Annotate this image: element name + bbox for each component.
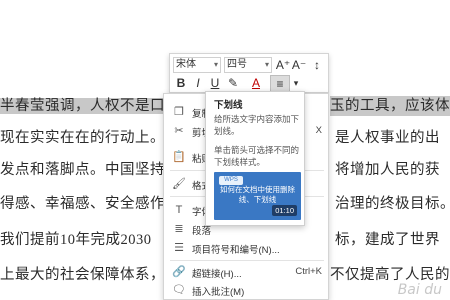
cut-icon: ✂	[174, 125, 184, 137]
paste-icon: 📋	[172, 151, 186, 163]
menu-separator	[170, 260, 324, 261]
line-spacing-button[interactable]: ↕	[309, 57, 325, 73]
underline-button[interactable]: U	[207, 75, 223, 92]
menu-item-label: 插入批注(M)	[192, 287, 245, 298]
doc-line-4-right[interactable]: 治理的终极目标。	[335, 194, 450, 214]
doc-line-3-left[interactable]: 发点和落脚点。中国坚持以	[0, 162, 180, 178]
paragraph-icon: ≣	[174, 223, 184, 235]
doc-line-2-left[interactable]: 现在实实在在的行动上。人	[0, 130, 180, 146]
font-icon: T	[175, 204, 183, 216]
comment-icon: 🗨	[172, 284, 186, 296]
font-name-value: 宋体	[176, 59, 196, 70]
toolbar-row-format: B I U ✎ A ≡ ▾	[173, 75, 327, 92]
doc-line-1-left[interactable]: 半春莹强调，人权不是口号	[0, 98, 180, 114]
doc-line-2-right[interactable]: 是人权事业的出	[335, 128, 440, 148]
doc-line-4-left[interactable]: 得感、幸福感、安全感作为	[0, 196, 180, 212]
list-icon: ☰	[174, 242, 184, 254]
video-logo: WPS	[219, 176, 243, 185]
chevron-down-icon: ▾	[264, 60, 269, 69]
font-size-value: 四号	[227, 59, 247, 70]
align-button[interactable]: ≡	[270, 75, 290, 92]
menu-item-insert-comment[interactable]: 🗨 插入批注(M)	[164, 280, 330, 300]
menu-item-list[interactable]: ☰ 项目符号和编号(N)...	[164, 238, 330, 258]
font-size-select[interactable]: 四号 ▾	[224, 57, 272, 73]
video-title: 如何在文档中使用删除线、下划线	[220, 185, 295, 204]
tooltip-description-arrow: 单击箭头可选择不同的下划线样式。	[214, 145, 300, 167]
copy-icon: ❐	[174, 106, 184, 118]
tooltip-description: 给所选文字内容添加下划线。	[214, 114, 300, 136]
toolbar-row-font: 宋体 ▾ 四号 ▾ A⁺ A⁻ ↕	[173, 57, 327, 73]
menu-item-shortcut: Ctrl+K	[295, 266, 322, 277]
menu-item-shortcut: X	[315, 125, 322, 136]
doc-line-6-left[interactable]: 上最大的社会保障体系，	[0, 267, 165, 283]
italic-button[interactable]: I	[190, 75, 206, 92]
font-color-button[interactable]: A	[248, 75, 264, 92]
font-name-select[interactable]: 宋体 ▾	[173, 57, 221, 73]
tooltip-title: 下划线	[214, 100, 243, 111]
highlight-button[interactable]: ✎	[225, 75, 241, 92]
menu-item-label: 项目符号和编号(N)...	[192, 245, 280, 256]
shrink-font-button[interactable]: A⁻	[291, 57, 307, 73]
video-duration: 01:10	[272, 205, 297, 216]
doc-line-3-right[interactable]: 将增加人民的获	[335, 160, 440, 180]
bold-button[interactable]: B	[173, 75, 189, 92]
mini-toolbar: 宋体 ▾ 四号 ▾ A⁺ A⁻ ↕ B I U ✎ A ≡ ▾	[169, 53, 329, 93]
tutorial-video-thumbnail[interactable]: WPS 如何在文档中使用删除线、下划线 01:10	[214, 172, 301, 220]
doc-line-5-left[interactable]: 我们提前10年完成2030	[0, 232, 152, 248]
doc-line-5-right[interactable]: 标，建成了世界	[335, 230, 440, 250]
format-painter-icon: 🖌	[172, 178, 186, 190]
baidu-watermark: Bai du	[397, 282, 442, 298]
grow-font-button[interactable]: A⁺	[275, 57, 291, 73]
menu-item-hyperlink[interactable]: 🔗 超链接(H)... Ctrl+K	[164, 262, 330, 282]
underline-tooltip: 下划线 给所选文字内容添加下划线。 单击箭头可选择不同的下划线样式。 WPS 如…	[205, 91, 305, 226]
link-icon: 🔗	[172, 266, 186, 278]
chevron-down-icon: ▾	[213, 60, 218, 69]
align-dropdown-button[interactable]: ▾	[291, 75, 301, 92]
menu-item-label: 超链接(H)...	[192, 269, 242, 280]
doc-line-1-right[interactable]: 玉的工具，应该体	[330, 96, 450, 116]
